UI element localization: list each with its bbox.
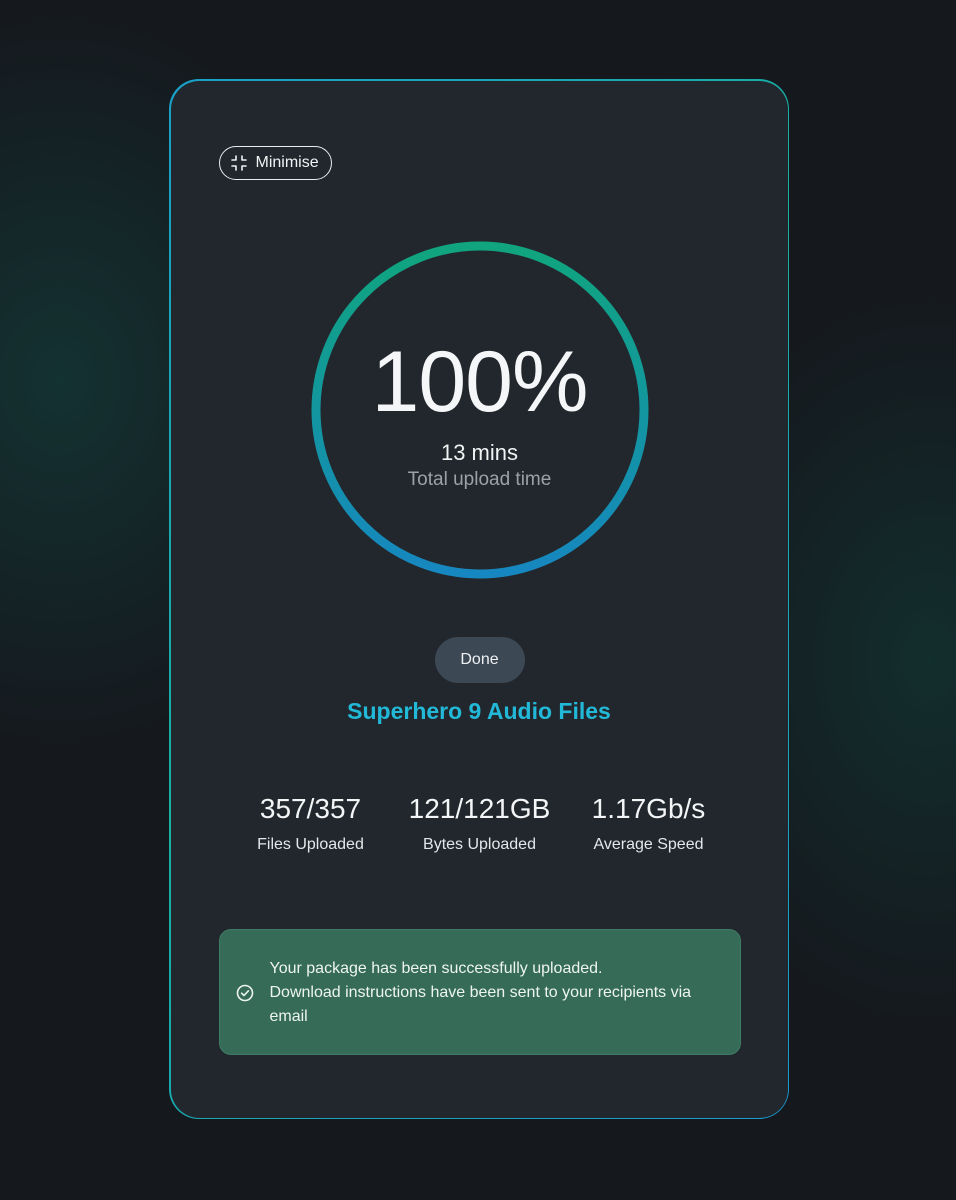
minimise-button[interactable]: Minimise: [218, 145, 332, 180]
success-line-1: Your package has been successfully uploa…: [269, 959, 603, 977]
stat-label: Bytes Uploaded: [423, 835, 536, 853]
success-message: Your package has been successfully uploa…: [218, 928, 741, 1055]
upload-stats: 357/357 Files Uploaded 121/121GB Bytes U…: [171, 791, 788, 871]
stat-value: 121/121GB: [408, 792, 551, 824]
success-line-2: Download instructions have been sent to …: [269, 983, 692, 1025]
upload-card-border: Minimise 100% 13 mins Total upload time …: [169, 79, 789, 1119]
progress-percent: 100%: [371, 333, 589, 430]
stat-files-uploaded: 357/357 Files Uploaded: [221, 791, 401, 855]
minimize-arrows-icon: [230, 154, 248, 172]
stat-value: 1.17Gb/s: [591, 792, 706, 824]
check-circle-icon: [236, 984, 254, 1002]
minimise-label: Minimise: [255, 153, 319, 171]
progress-ring: 100% 13 mins Total upload time: [310, 240, 650, 580]
success-text: Your package has been successfully uploa…: [270, 957, 725, 1029]
done-button[interactable]: Done: [434, 636, 525, 683]
stat-value: 357/357: [259, 792, 362, 824]
package-name: Superhero 9 Audio Files: [347, 697, 611, 724]
stat-bytes-uploaded: 121/121GB Bytes Uploaded: [390, 791, 570, 855]
stat-label: Files Uploaded: [257, 835, 364, 853]
progress-readout: 100% 13 mins Total upload time: [310, 240, 650, 580]
upload-duration-label: Total upload time: [407, 468, 552, 490]
upload-duration: 13 mins: [440, 439, 519, 465]
upload-card: Minimise 100% 13 mins Total upload time …: [170, 80, 788, 1118]
stat-average-speed: 1.17Gb/s Average Speed: [559, 791, 739, 855]
stat-label: Average Speed: [593, 835, 704, 853]
